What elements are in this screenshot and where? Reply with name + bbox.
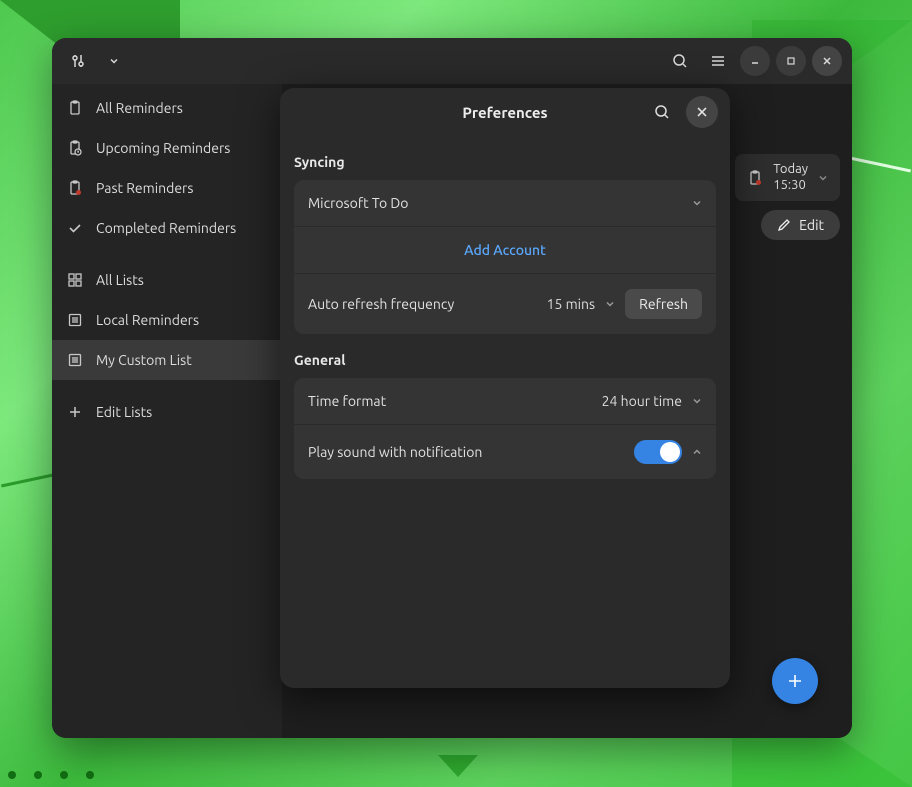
sidebar-item-label: All Lists: [96, 272, 144, 288]
sidebar-item-label: My Custom List: [96, 352, 192, 368]
sound-toggle[interactable]: [634, 440, 682, 464]
edit-label: Edit: [799, 217, 824, 233]
sidebar-item-label: All Reminders: [96, 100, 183, 116]
preferences-modal: Preferences Syncing Microsoft To Do: [280, 88, 730, 688]
add-account-button[interactable]: Add Account: [294, 227, 716, 274]
close-icon: [822, 56, 832, 66]
grid-icon: [66, 272, 84, 288]
general-section-title: General: [294, 352, 716, 368]
auto-refresh-value: 15 mins: [547, 296, 596, 312]
sidebar-item-label: Edit Lists: [96, 404, 152, 420]
sidebar-item-all-reminders[interactable]: All Reminders: [52, 88, 282, 128]
chevron-up-icon: [692, 447, 702, 457]
plus-icon: [786, 672, 804, 690]
auto-refresh-label: Auto refresh frequency: [308, 296, 537, 312]
sliders-icon: [71, 54, 85, 68]
background-decoration: [8, 771, 94, 779]
background-decoration: [438, 755, 478, 777]
edit-pencil-icon: [777, 218, 791, 232]
sidebar-item-completed-reminders[interactable]: Completed Reminders: [52, 208, 282, 248]
clipboard-alert-icon: [66, 180, 84, 196]
clipboard-icon: [747, 170, 763, 186]
clipboard-icon: [66, 100, 84, 116]
clipboard-clock-icon: [66, 140, 84, 156]
sound-notification-row: Play sound with notification: [294, 425, 716, 479]
add-account-label: Add Account: [464, 242, 546, 258]
view-dropdown-button[interactable]: [98, 45, 130, 77]
sidebar-item-local-reminders[interactable]: Local Reminders: [52, 300, 282, 340]
sound-label: Play sound with notification: [308, 444, 624, 460]
auto-refresh-row: Auto refresh frequency 15 mins Refresh: [294, 274, 716, 334]
sidebar-item-label: Past Reminders: [96, 180, 193, 196]
view-options-button[interactable]: [62, 45, 94, 77]
list-icon: [66, 352, 84, 368]
auto-refresh-dropdown[interactable]: [605, 299, 615, 309]
check-icon: [66, 220, 84, 236]
time-format-label: Time format: [308, 393, 592, 409]
edit-reminder-button[interactable]: Edit: [761, 210, 840, 240]
search-button[interactable]: [664, 45, 696, 77]
sidebar-edit-lists[interactable]: Edit Lists: [52, 392, 282, 432]
syncing-section-title: Syncing: [294, 154, 716, 170]
titlebar: [52, 38, 852, 84]
search-icon: [672, 53, 688, 69]
sidebar-item-label: Upcoming Reminders: [96, 140, 230, 156]
expand-row-button[interactable]: [692, 447, 702, 457]
maximize-icon: [786, 56, 796, 66]
chevron-down-icon: [109, 56, 119, 66]
modal-close-button[interactable]: [686, 96, 718, 128]
app-window: All Reminders Upcoming Reminders Past Re…: [52, 38, 852, 738]
provider-dropdown[interactable]: Microsoft To Do: [294, 180, 716, 227]
list-icon: [66, 312, 84, 328]
sidebar-item-past-reminders[interactable]: Past Reminders: [52, 168, 282, 208]
general-group: Time format 24 hour time Play sound with…: [294, 378, 716, 479]
close-icon: [696, 106, 708, 118]
toggle-knob: [660, 442, 680, 462]
minimize-icon: [750, 56, 760, 66]
sidebar-item-upcoming-reminders[interactable]: Upcoming Reminders: [52, 128, 282, 168]
hamburger-menu-button[interactable]: [702, 45, 734, 77]
time-format-value: 24 hour time: [602, 393, 682, 409]
search-icon: [654, 104, 670, 120]
sidebar-item-my-custom-list[interactable]: My Custom List: [52, 340, 282, 380]
syncing-group: Microsoft To Do Add Account Auto refresh…: [294, 180, 716, 334]
sidebar-item-label: Local Reminders: [96, 312, 199, 328]
window-close-button[interactable]: [812, 46, 842, 76]
chevron-down-icon: [818, 173, 828, 183]
chevron-down-icon: [692, 198, 702, 208]
provider-value: Microsoft To Do: [308, 195, 682, 211]
chevron-down-icon: [692, 396, 702, 406]
sidebar-item-label: Completed Reminders: [96, 220, 236, 236]
hamburger-icon: [710, 54, 726, 68]
modal-search-button[interactable]: [646, 96, 678, 128]
sidebar: All Reminders Upcoming Reminders Past Re…: [52, 84, 282, 738]
plus-icon: [66, 405, 84, 419]
time-format-dropdown[interactable]: Time format 24 hour time: [294, 378, 716, 425]
sidebar-item-all-lists[interactable]: All Lists: [52, 260, 282, 300]
today-label: Today: [773, 162, 808, 178]
modal-header: Preferences: [280, 88, 730, 136]
add-reminder-fab[interactable]: [772, 658, 818, 704]
window-minimize-button[interactable]: [740, 46, 770, 76]
time-value: 15:30: [773, 178, 808, 194]
reminder-time-chip[interactable]: Today 15:30: [735, 154, 840, 201]
chevron-down-icon: [605, 299, 615, 309]
refresh-button[interactable]: Refresh: [625, 289, 702, 319]
window-maximize-button[interactable]: [776, 46, 806, 76]
